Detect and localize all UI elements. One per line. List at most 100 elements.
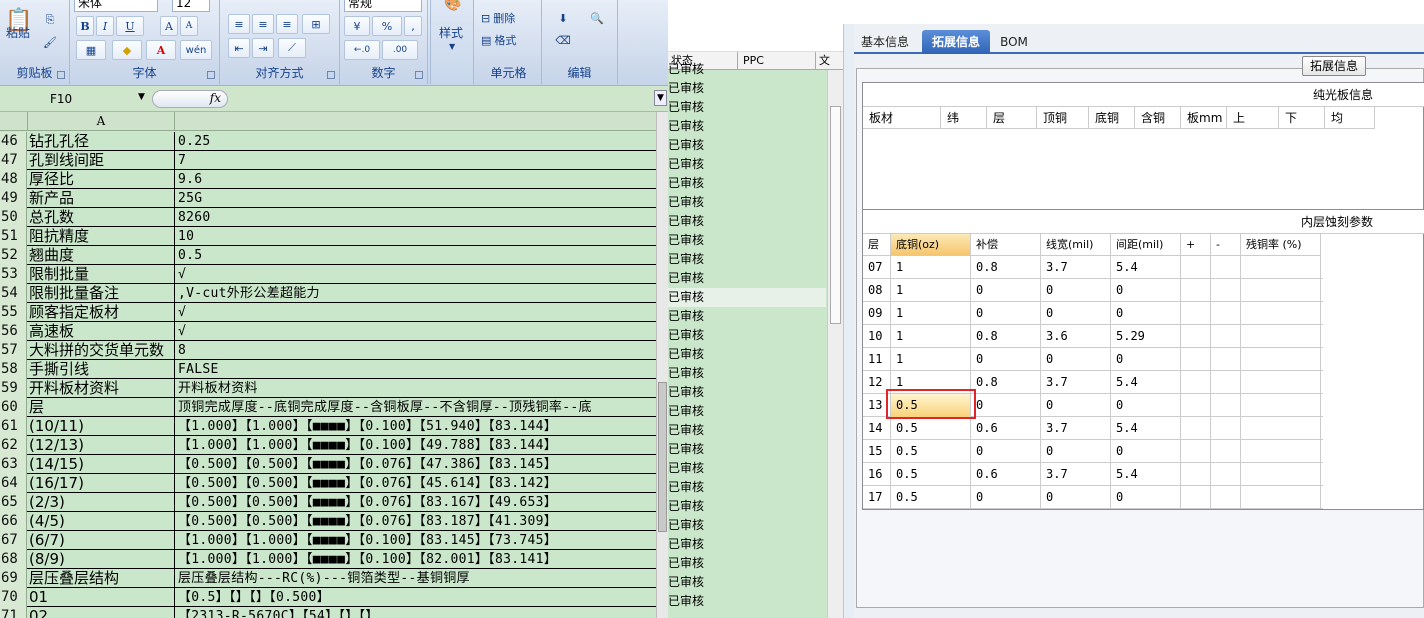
list-item[interactable]: 已审核: [668, 117, 826, 136]
delete-cells-button[interactable]: ⊟ 删除: [480, 8, 538, 28]
grid-cell[interactable]: 0: [1111, 394, 1181, 417]
cell-a[interactable]: 开料板材资料: [27, 379, 175, 398]
currency-icon[interactable]: ¥: [344, 16, 370, 36]
cell-a[interactable]: 层压叠层结构: [27, 569, 175, 588]
list-item[interactable]: 已审核: [668, 535, 826, 554]
row-number[interactable]: 54: [0, 284, 27, 303]
grid-cell[interactable]: [1211, 417, 1241, 440]
cell-b[interactable]: 0.25: [176, 132, 656, 151]
grid-cell[interactable]: 1: [891, 279, 971, 302]
list-item[interactable]: 已审核: [668, 174, 826, 193]
grid-cell[interactable]: 1: [891, 256, 971, 279]
cell-a[interactable]: 厚径比: [27, 170, 175, 189]
table-row[interactable]: 09 1 0 0 0: [863, 302, 1323, 325]
styles-group[interactable]: 🎨 样式 ▼: [430, 0, 474, 84]
extended-info-button[interactable]: 拓展信息: [1302, 56, 1366, 76]
cell-a[interactable]: (8/9): [27, 550, 175, 569]
table-row[interactable]: 66 (4/5) 【0.500】【0.500】【■■■■】【0.076】【83.18…: [0, 512, 656, 531]
grid-cell[interactable]: [1211, 325, 1241, 348]
cell-a[interactable]: 层: [27, 398, 175, 417]
list-item[interactable]: 已审核: [668, 554, 826, 573]
row-number[interactable]: 50: [0, 208, 27, 227]
row-number[interactable]: 71: [0, 607, 27, 618]
row-number[interactable]: 66: [0, 512, 27, 531]
list-item[interactable]: 已审核: [668, 136, 826, 155]
styles-dropdown-icon[interactable]: ▼: [449, 42, 455, 51]
merge-cells-icon[interactable]: ⊞: [302, 14, 330, 34]
row-number[interactable]: 48: [0, 170, 27, 189]
orientation-icon[interactable]: ⟋: [278, 38, 306, 58]
cell-b[interactable]: √: [176, 322, 656, 341]
grid-cell[interactable]: 0: [1041, 440, 1111, 463]
row-number[interactable]: 59: [0, 379, 27, 398]
increase-decimal-button[interactable]: ←.0: [344, 40, 380, 60]
cell-a[interactable]: 顾客指定板材: [27, 303, 175, 322]
cell-b[interactable]: 【1.000】【1.000】【■■■■】【0.100】【51.940】【83.1…: [176, 417, 656, 436]
grid-header-cell[interactable]: 线宽(mil): [1041, 234, 1111, 256]
grid-cell[interactable]: [1241, 302, 1321, 325]
grid-cell[interactable]: [1241, 348, 1321, 371]
list-item[interactable]: 已审核: [668, 345, 826, 364]
table-row[interactable]: 15 0.5 0 0 0: [863, 440, 1323, 463]
cell-a[interactable]: (4/5): [27, 512, 175, 531]
tab-bom[interactable]: BOM: [994, 30, 1034, 54]
table-row[interactable]: 56 高速板 √: [0, 322, 656, 341]
row-number[interactable]: 52: [0, 246, 27, 265]
table-row[interactable]: 59 开料板材资料 开料板材资料: [0, 379, 656, 398]
grid-cell[interactable]: 11: [863, 348, 891, 371]
grid-cell[interactable]: [1181, 371, 1211, 394]
tab-extended-info[interactable]: 拓展信息: [922, 30, 990, 54]
table-row[interactable]: 49 新产品 25G: [0, 189, 656, 208]
table-row[interactable]: 50 总孔数 8260: [0, 208, 656, 227]
tab-basic-info[interactable]: 基本信息: [854, 30, 916, 54]
cell-b[interactable]: 10: [176, 227, 656, 246]
row-number[interactable]: 64: [0, 474, 27, 493]
cell-a[interactable]: 手撕引线: [27, 360, 175, 379]
cell-a[interactable]: 限制批量: [27, 265, 175, 284]
row-number[interactable]: 49: [0, 189, 27, 208]
format-cells-button[interactable]: ▤ 格式: [480, 30, 538, 50]
grid-cell[interactable]: 0: [971, 279, 1041, 302]
grid-cell[interactable]: 0: [1111, 440, 1181, 463]
grid-cell[interactable]: 17: [863, 486, 891, 509]
grid-cell[interactable]: 0.5: [891, 486, 971, 509]
spreadsheet-grid[interactable]: A 46 钻孔孔径 0.25 47 孔到线间距 7 48 厚径比 9.6 49 新产品 25G 50 总孔…: [0, 112, 656, 618]
row-number[interactable]: 65: [0, 493, 27, 512]
grid-cell[interactable]: [1181, 302, 1211, 325]
table-row[interactable]: 48 厚径比 9.6: [0, 170, 656, 189]
cell-b[interactable]: 8: [176, 341, 656, 360]
expand-formula-bar-icon[interactable]: ▼: [654, 90, 667, 106]
grid-cell[interactable]: 3.7: [1041, 371, 1111, 394]
table-row[interactable]: 69 层压叠层结构 层压叠层结构---RC(%)---铜箔类型--基铜铜厚: [0, 569, 656, 588]
bare-board-grid[interactable]: 纯光板信息 板材纬层顶铜 底铜 含铜 板mm 上下均: [862, 82, 1424, 210]
decrease-indent-icon[interactable]: ⇤: [228, 38, 250, 58]
table-row[interactable]: 68 (8/9) 【1.000】【1.000】【■■■■】【0.100】【82.00…: [0, 550, 656, 569]
grid-header-cell[interactable]: 含铜: [1135, 107, 1181, 129]
grid-cell[interactable]: [1241, 394, 1321, 417]
record-list-scrollbar[interactable]: [827, 70, 843, 618]
grid-cell[interactable]: 1: [891, 302, 971, 325]
grid-cell[interactable]: [1241, 325, 1321, 348]
grid-cell[interactable]: 0: [1111, 486, 1181, 509]
row-number[interactable]: 69: [0, 569, 27, 588]
grid-cell[interactable]: 16: [863, 463, 891, 486]
cell-b[interactable]: √: [176, 265, 656, 284]
cell-a[interactable]: (10/11): [27, 417, 175, 436]
table-row[interactable]: 62 (12/13) 【1.000】【1.000】【■■■■】【0.100】【49.…: [0, 436, 656, 455]
grid-cell[interactable]: 0: [1111, 279, 1181, 302]
list-item[interactable]: 已审核: [668, 440, 826, 459]
list-item[interactable]: 已审核: [668, 60, 826, 79]
grid-cell[interactable]: [1211, 486, 1241, 509]
copy-icon[interactable]: ⎘: [40, 10, 60, 30]
grid-cell[interactable]: 0: [1041, 348, 1111, 371]
list-item[interactable]: 已审核: [668, 383, 826, 402]
align-right-icon[interactable]: ≡: [276, 14, 298, 34]
cell-a[interactable]: 孔到线间距: [27, 151, 175, 170]
table-row[interactable]: 67 (6/7) 【1.000】【1.000】【■■■■】【0.100】【83.14…: [0, 531, 656, 550]
grid-cell[interactable]: 3.7: [1041, 417, 1111, 440]
grid-cell[interactable]: [1211, 371, 1241, 394]
phonetic-button[interactable]: wén: [180, 40, 212, 60]
align-center-icon[interactable]: ≡: [252, 14, 274, 34]
row-number[interactable]: 47: [0, 151, 27, 170]
cell-b[interactable]: 【1.000】【1.000】【■■■■】【0.100】【82.001】【83.1…: [176, 550, 656, 569]
